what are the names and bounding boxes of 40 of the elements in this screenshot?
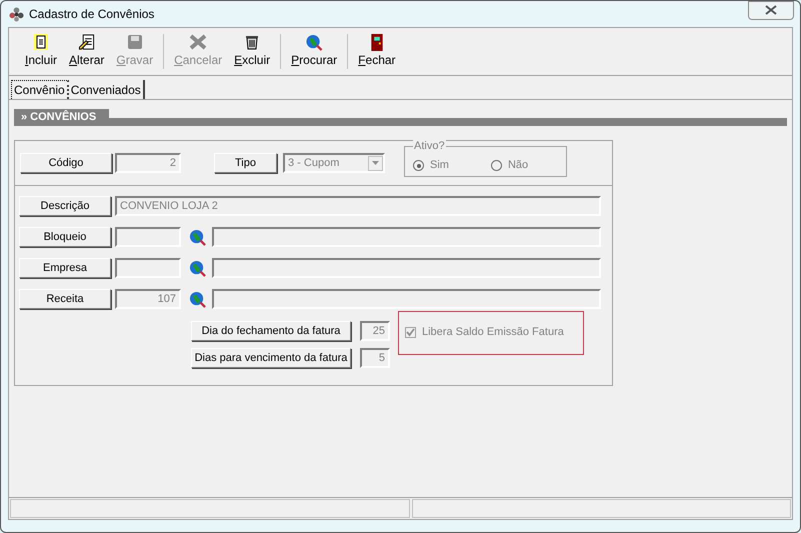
window-title: Cadastro de Convênios bbox=[29, 6, 154, 23]
toolbar-button[interactable]: Procurar bbox=[285, 34, 344, 69]
code-field[interactable] bbox=[115, 258, 181, 278]
door-icon bbox=[370, 34, 383, 51]
document-pencil-icon bbox=[78, 34, 96, 51]
toolbar-button[interactable]: Alterar bbox=[63, 34, 110, 69]
field-label: Dia do fechamento da fatura bbox=[191, 321, 351, 341]
section-header: » CONVÊNIOS bbox=[14, 109, 109, 126]
trash-can-icon bbox=[244, 34, 260, 50]
radio-button[interactable]: Sim bbox=[413, 157, 449, 174]
field-label: Bloqueio bbox=[19, 227, 111, 247]
radio-button[interactable]: Não bbox=[490, 157, 528, 174]
code-field[interactable] bbox=[115, 227, 181, 247]
field-label: Empresa bbox=[19, 258, 111, 278]
number-field[interactable]: 5 bbox=[360, 348, 390, 368]
tab[interactable]: Conveniados bbox=[68, 80, 145, 99]
group-title: Ativo? bbox=[413, 138, 446, 152]
toolbar-button[interactable]: Fechar bbox=[352, 34, 402, 69]
document-icon bbox=[34, 34, 48, 50]
globe-magnifier-icon[interactable] bbox=[189, 290, 206, 308]
text-field[interactable]: CONVENIO LOJA 2 bbox=[115, 196, 601, 216]
code-field[interactable]: 2 bbox=[115, 153, 181, 173]
toolbar-button[interactable]: Incluir bbox=[19, 34, 64, 69]
globe-magnifier-icon bbox=[305, 34, 324, 51]
field-label: Dias para vencimento da fatura bbox=[191, 348, 351, 368]
code-field[interactable]: 107 bbox=[115, 289, 181, 309]
field-label: Tipo bbox=[214, 153, 277, 173]
globe-magnifier-icon[interactable] bbox=[189, 228, 206, 246]
field-label: Descrição bbox=[19, 196, 111, 216]
field-label: Código bbox=[20, 153, 112, 173]
globe-magnifier-icon[interactable] bbox=[189, 260, 206, 276]
type-dropdown[interactable]: 3 - Cupom bbox=[283, 153, 385, 173]
close-icon bbox=[765, 5, 777, 15]
field-label: Receita bbox=[19, 289, 111, 309]
toolbar-button[interactable]: Excluir bbox=[228, 34, 276, 69]
close-button[interactable] bbox=[748, 0, 794, 20]
flower-icon bbox=[9, 6, 24, 22]
number-field[interactable]: 25 bbox=[360, 321, 390, 341]
cross-icon bbox=[189, 34, 208, 50]
tab[interactable]: Convênio bbox=[11, 80, 69, 99]
